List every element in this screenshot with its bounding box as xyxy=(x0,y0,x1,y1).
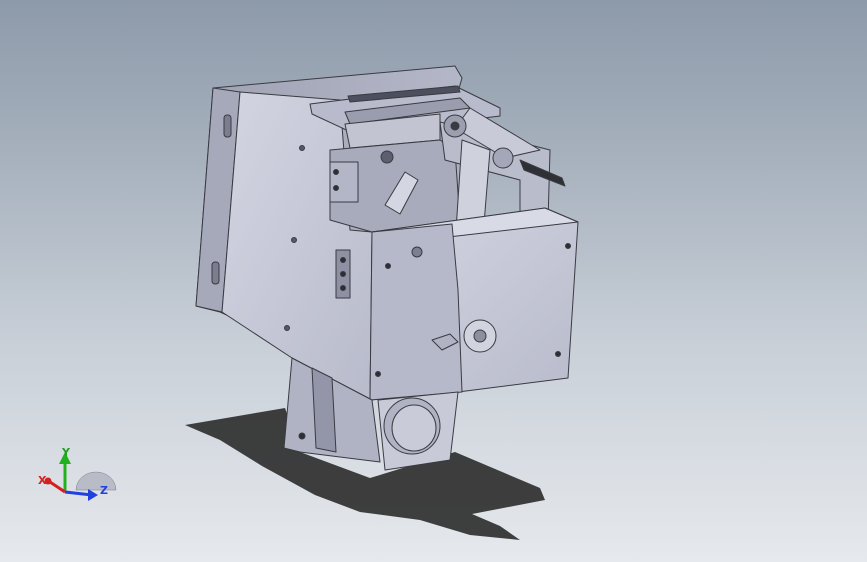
x-axis-label: X xyxy=(38,474,47,487)
roller-hub xyxy=(450,121,460,131)
y-axis-label: Y xyxy=(61,446,71,459)
slot-pin-2 xyxy=(340,271,346,277)
slot-pin-1 xyxy=(340,257,346,263)
column-rail xyxy=(311,367,337,453)
bracket-bolt-2 xyxy=(333,185,339,191)
orientation-triad: Y Z X xyxy=(38,446,117,501)
z-axis-label: Z xyxy=(100,484,108,497)
front-hole-4 xyxy=(555,351,561,357)
bracket-bolt-1 xyxy=(333,169,339,175)
slot-pin-3 xyxy=(340,285,346,291)
column-bolt xyxy=(298,432,306,440)
x-axis-icon xyxy=(49,480,66,494)
cylinder-bore-inner xyxy=(391,404,437,452)
assembly-model[interactable] xyxy=(195,65,579,471)
panel-hole-2 xyxy=(291,237,297,243)
right-roller[interactable] xyxy=(492,147,514,169)
left-bracket[interactable] xyxy=(329,161,359,203)
front-hole-5 xyxy=(375,371,381,377)
z-arrow-icon xyxy=(88,489,98,501)
front-hole-3 xyxy=(565,243,571,249)
panel-hole-1 xyxy=(299,145,305,151)
triad-dome xyxy=(75,471,117,491)
front-hole-2 xyxy=(385,263,391,269)
front-hole-1 xyxy=(411,246,423,258)
slot-hole-top xyxy=(223,114,232,138)
knob-center xyxy=(473,329,487,343)
linkage-pivot xyxy=(380,150,394,164)
z-axis-icon xyxy=(64,490,93,497)
slot-hole-bottom xyxy=(211,261,220,285)
panel-hole-3 xyxy=(284,325,290,331)
cad-viewport[interactable] xyxy=(0,0,867,562)
